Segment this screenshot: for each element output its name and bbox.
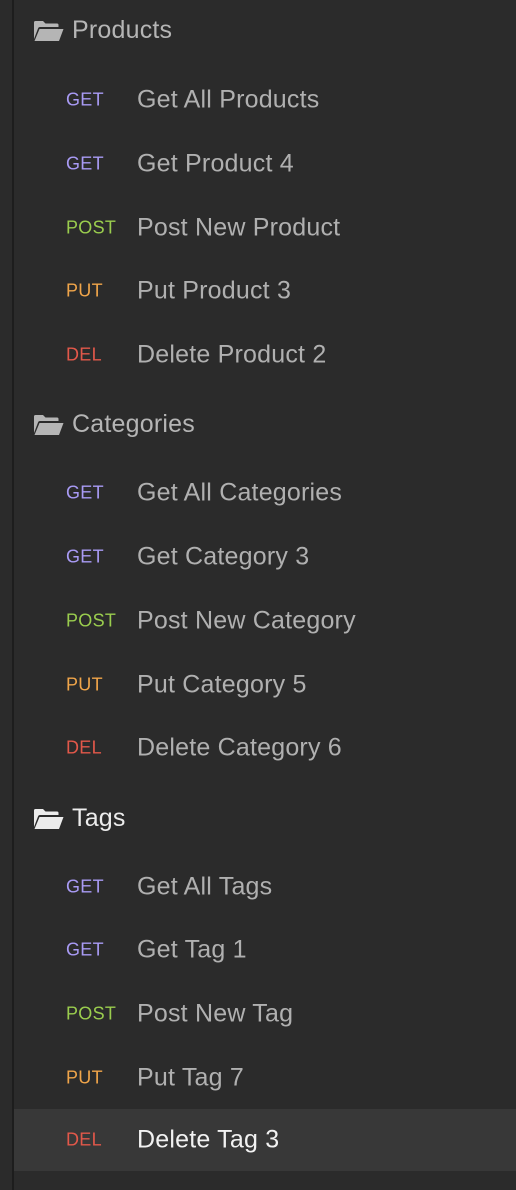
method-badge: DEL [66, 344, 102, 365]
method-badge: PUT [66, 1067, 103, 1088]
request-item[interactable]: POST Post New Tag [14, 983, 516, 1045]
folder-tags[interactable]: Tags [14, 788, 516, 848]
method-badge: GET [66, 153, 104, 174]
method-badge: DEL [66, 737, 102, 758]
folder-open-icon [34, 809, 64, 829]
request-name: Delete Product 2 [137, 340, 327, 369]
request-sidebar: Products GET Get All Products GET Get Pr… [0, 0, 516, 1190]
request-item[interactable]: POST Post New Product [14, 197, 516, 259]
request-item[interactable]: DEL Delete Product 2 [14, 324, 516, 386]
request-name: Get Category 3 [137, 542, 310, 571]
request-name: Delete Tag 3 [137, 1125, 280, 1154]
method-badge: GET [66, 482, 104, 503]
request-name: Put Tag 7 [137, 1063, 244, 1092]
method-badge: GET [66, 939, 104, 960]
method-badge: POST [66, 1003, 117, 1024]
request-name: Get Product 4 [137, 149, 294, 178]
folder-label: Tags [72, 803, 126, 832]
request-item-selected[interactable]: DEL Delete Tag 3 [14, 1109, 516, 1171]
method-badge: PUT [66, 280, 103, 301]
request-item[interactable]: DEL Delete Category 6 [14, 717, 516, 779]
method-badge: PUT [66, 674, 103, 695]
request-item[interactable]: PUT Put Product 3 [14, 260, 516, 322]
folder-label: Products [72, 15, 173, 44]
folder-label: Categories [72, 409, 195, 438]
request-name: Post New Tag [137, 999, 294, 1028]
folder-categories[interactable]: Categories [14, 394, 516, 454]
method-badge: GET [66, 546, 104, 567]
request-item[interactable]: GET Get Tag 1 [14, 919, 516, 981]
method-badge: GET [66, 89, 104, 110]
folder-open-icon [34, 415, 64, 435]
request-name: Get Tag 1 [137, 935, 247, 964]
request-name: Get All Tags [137, 872, 273, 901]
request-item[interactable]: PUT Put Tag 7 [14, 1047, 516, 1109]
folder-products[interactable]: Products [14, 0, 516, 60]
request-item[interactable]: GET Get All Products [14, 69, 516, 131]
method-badge: POST [66, 610, 117, 631]
request-name: Put Product 3 [137, 276, 292, 305]
request-item[interactable]: POST Post New Category [14, 590, 516, 652]
request-item[interactable]: GET Get Category 3 [14, 526, 516, 588]
method-badge: GET [66, 876, 104, 897]
folder-open-icon [34, 21, 64, 41]
request-name: Post New Product [137, 213, 341, 242]
request-name: Delete Category 6 [137, 733, 342, 762]
method-badge: DEL [66, 1129, 102, 1150]
request-item[interactable]: GET Get All Categories [14, 462, 516, 524]
request-name: Get All Categories [137, 478, 343, 507]
method-badge: POST [66, 217, 117, 238]
request-item[interactable]: GET Get All Tags [14, 856, 516, 918]
request-item[interactable]: PUT Put Category 5 [14, 654, 516, 716]
request-item[interactable]: GET Get Product 4 [14, 133, 516, 195]
request-name: Post New Category [137, 606, 356, 635]
request-name: Put Category 5 [137, 670, 307, 699]
request-name: Get All Products [137, 85, 320, 114]
